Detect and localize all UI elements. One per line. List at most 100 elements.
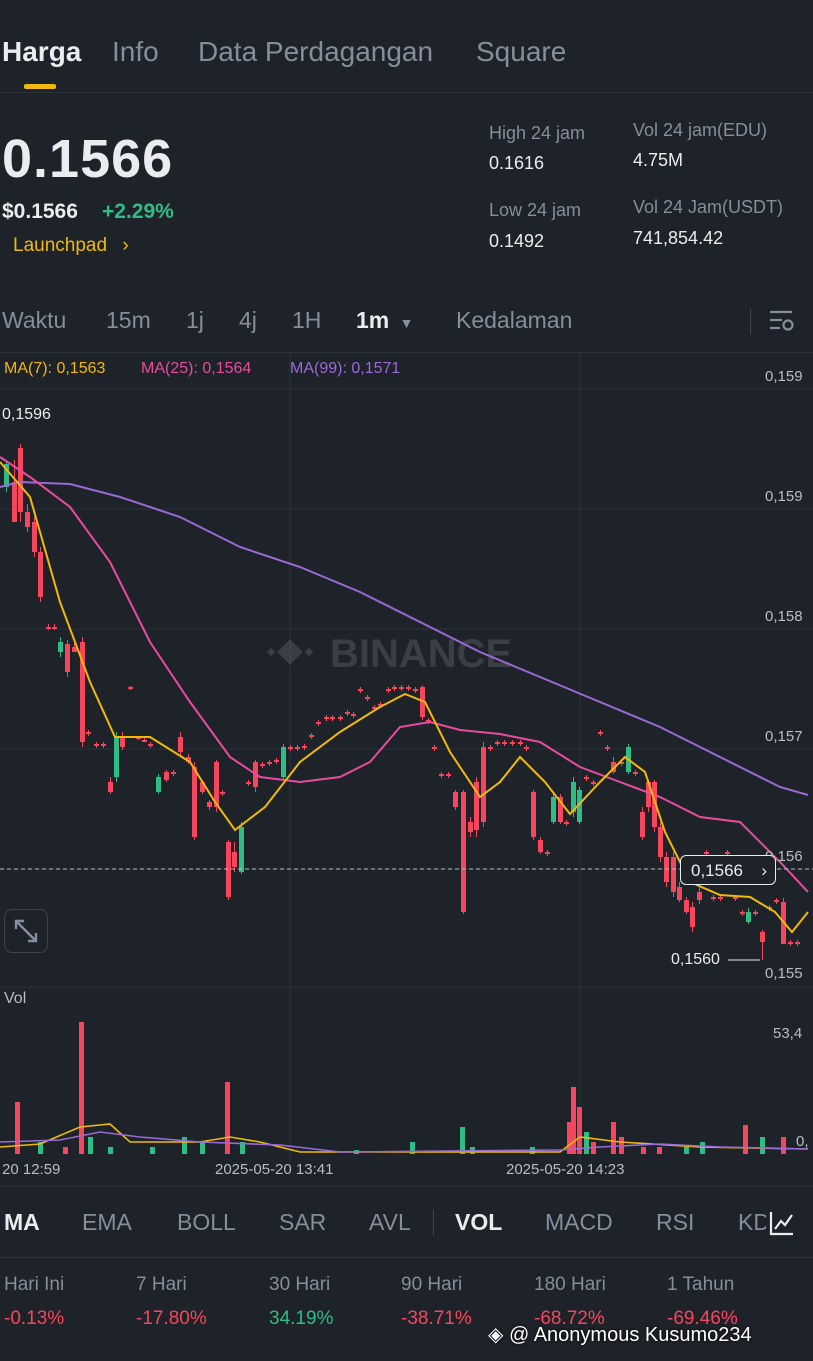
candle [605, 745, 610, 751]
candle [633, 770, 638, 776]
indicator-settings-icon[interactable] [768, 1209, 796, 1237]
candle [338, 715, 343, 721]
candle [114, 732, 119, 782]
volume-bar [611, 1122, 616, 1154]
chevron-right-icon: › [761, 861, 767, 880]
credit-text: @ Anonymous Kusumo234 [508, 1324, 752, 1346]
volume-bar [657, 1147, 662, 1154]
high-marker-label: 0,1596 [2, 406, 51, 423]
chart-settings-icon[interactable] [768, 308, 796, 334]
candle [531, 790, 536, 840]
interval-1m-label: 1m [356, 307, 390, 333]
indicator-vol[interactable]: VOL [455, 1209, 502, 1236]
candle [468, 817, 473, 837]
interval-1m[interactable]: 1m ▼ [356, 307, 414, 334]
candle [461, 790, 466, 914]
perf-value: -0.13% [4, 1308, 65, 1329]
volume-bar [108, 1147, 113, 1154]
interval-15m[interactable]: 15m [106, 307, 151, 334]
candle [178, 732, 183, 757]
candle [65, 640, 70, 677]
indicator-macd[interactable]: MACD [545, 1209, 613, 1236]
indicator-ema[interactable]: EMA [82, 1209, 132, 1236]
candle [538, 837, 543, 854]
volume-bar [63, 1147, 68, 1154]
candle [788, 940, 793, 946]
indicator-sar[interactable]: SAR [279, 1209, 326, 1236]
tab-harga[interactable]: Harga [2, 36, 81, 68]
candle [439, 772, 444, 778]
candle [684, 897, 689, 914]
candle [564, 820, 569, 826]
interval-waktu[interactable]: Waktu [2, 307, 66, 334]
interval-kedalaman[interactable]: Kedalaman [456, 307, 572, 334]
tab-square[interactable]: Square [476, 36, 566, 68]
candle [399, 685, 404, 691]
candle [690, 902, 695, 932]
x-axis-label: 2025-05-20 13:41 [215, 1161, 334, 1178]
interval-1j[interactable]: 1j [186, 307, 204, 334]
candle [495, 740, 500, 746]
volume-bar [150, 1147, 155, 1154]
indicator-rsi[interactable]: RSI [656, 1209, 694, 1236]
indicator-kd[interactable]: KD [738, 1209, 766, 1236]
candle [795, 940, 800, 946]
interval-separator [750, 308, 751, 334]
y-axis-label: 0,157 [765, 728, 803, 745]
candle [156, 774, 161, 794]
y-axis-label: 0,155 [765, 965, 803, 982]
candle [281, 744, 286, 780]
volume-label: Vol [4, 990, 27, 1007]
candle [80, 637, 85, 747]
volume-bar [200, 1142, 205, 1154]
chart-grid [0, 352, 813, 1162]
candle [220, 790, 225, 796]
candle [164, 770, 169, 782]
perf-value: -38.71% [401, 1308, 472, 1329]
x-axis-label: 2025-05-20 14:23 [506, 1161, 625, 1178]
current-price-tag[interactable]: 0,1566 › [680, 855, 776, 885]
indicator-boll[interactable]: BOLL [177, 1209, 236, 1236]
candlestick-chart[interactable]: BINANCE [0, 352, 813, 1182]
volume-bar [684, 1147, 689, 1154]
volume-bar [700, 1142, 705, 1154]
perf-label: 90 Hari [401, 1274, 463, 1295]
perf-label: 1 Tahun [667, 1274, 735, 1295]
perf-value: 34.19% [269, 1308, 334, 1329]
candle [406, 685, 411, 691]
candle [330, 715, 335, 721]
interval-4j[interactable]: 4j [239, 307, 257, 334]
tab-info[interactable]: Info [112, 36, 159, 68]
candle [640, 807, 645, 840]
indicator-divider [0, 1257, 813, 1258]
fullscreen-button[interactable] [4, 909, 48, 953]
candle [740, 910, 745, 916]
launchpad-link[interactable]: Launchpad › [13, 235, 129, 257]
volume-bars [15, 1022, 786, 1154]
perf-label: 7 Hari [136, 1274, 187, 1295]
candle [658, 822, 663, 862]
candle [510, 740, 515, 746]
indicator-avl[interactable]: AVL [369, 1209, 411, 1236]
low-24h-label: Low 24 jam [489, 200, 582, 220]
volume-zero-label: 0, [796, 1133, 809, 1150]
candle [453, 790, 458, 810]
indicator-ma[interactable]: MA [4, 1209, 40, 1236]
interval-1h[interactable]: 1H [292, 307, 321, 334]
x-axis-label: 20 12:59 [2, 1161, 61, 1178]
candle [267, 760, 272, 766]
tab-data-perdagangan[interactable]: Data Perdagangan [198, 36, 433, 68]
candle [760, 930, 765, 960]
candle [4, 460, 9, 492]
candle [246, 780, 251, 786]
candle [309, 733, 314, 739]
usd-price: $0.1566 [2, 200, 78, 223]
candle [551, 794, 556, 824]
candle [481, 742, 486, 827]
volume-bar [743, 1125, 748, 1154]
credit-watermark: ◈ @ Anonymous Kusumo234 [488, 1322, 752, 1347]
candle [58, 637, 63, 657]
low-marker-label: 0,1560 [671, 951, 720, 968]
expand-icon [14, 919, 38, 943]
candle [474, 777, 479, 837]
